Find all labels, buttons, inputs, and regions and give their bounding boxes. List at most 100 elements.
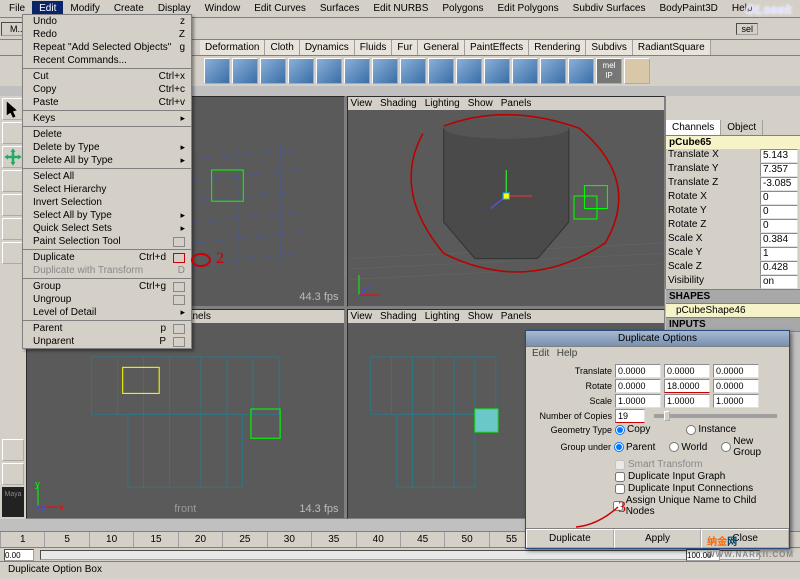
vp-menu-show[interactable]: Show (468, 311, 493, 322)
dlg-menu-edit[interactable]: Edit (532, 348, 549, 359)
channel-attr-row[interactable]: Rotate X0 (666, 191, 800, 205)
menu-item-delete[interactable]: Delete (23, 128, 191, 141)
translate-z-input[interactable] (713, 364, 759, 378)
menu-item-group[interactable]: GroupCtrl+g (23, 280, 191, 293)
menu-item-duplicate[interactable]: DuplicateCtrl+d (23, 251, 191, 264)
menu-item-recent-commands-[interactable]: Recent Commands... (23, 54, 191, 67)
geom-copy-radio[interactable] (615, 425, 625, 435)
translate-y-input[interactable] (664, 364, 710, 378)
object-tab[interactable]: Object (721, 120, 763, 135)
scale-y-input[interactable] (664, 394, 710, 408)
menu-item-duplicate-with-transform[interactable]: Duplicate with TransformD (23, 264, 191, 277)
group-newgroup-radio[interactable] (721, 442, 731, 452)
option-box-icon[interactable] (173, 337, 185, 347)
shelf-primitive-icon[interactable] (540, 58, 566, 84)
channel-attr-row[interactable]: Visibilityon (666, 275, 800, 289)
group-world-radio[interactable] (669, 442, 679, 452)
object-name[interactable]: pCube65 (666, 136, 800, 149)
shelf-tab[interactable]: Dynamics (300, 40, 355, 55)
shelf-tab[interactable]: Fluids (355, 40, 393, 55)
timeline-tick[interactable]: 10 (89, 532, 133, 547)
menu-item-delete-by-type[interactable]: Delete by Type (23, 141, 191, 154)
menu-item-select-all-by-type[interactable]: Select All by Type (23, 209, 191, 222)
channels-toggle-icon[interactable] (712, 98, 732, 118)
vp-menu-lighting[interactable]: Lighting (425, 311, 460, 322)
menu-item-invert-selection[interactable]: Invert Selection (23, 196, 191, 209)
viewport-top-right[interactable]: View Shading Lighting Show Panels (347, 96, 666, 307)
menu-polygons[interactable]: Polygons (435, 1, 490, 16)
attr-value[interactable]: 0 (760, 191, 798, 205)
menu-item-repeat-add-selected-objects-[interactable]: Repeat "Add Selected Objects"g (23, 41, 191, 54)
shelf-primitive-icon[interactable] (400, 58, 426, 84)
shelf-primitive-icon[interactable] (288, 58, 314, 84)
attr-value[interactable]: 0.384 (760, 233, 798, 247)
timeline-tick[interactable]: 5 (44, 532, 88, 547)
translate-x-input[interactable] (615, 364, 661, 378)
channel-attr-row[interactable]: Scale Y1 (666, 247, 800, 261)
menu-edit-polygons[interactable]: Edit Polygons (491, 1, 566, 16)
vp-menu-lighting[interactable]: Lighting (425, 98, 460, 109)
shelf-primitive-icon[interactable] (484, 58, 510, 84)
attr-value[interactable]: 5.143 (760, 149, 798, 163)
menu-item-delete-all-by-type[interactable]: Delete All by Type (23, 154, 191, 167)
menu-item-undo[interactable]: Undoz (23, 15, 191, 28)
timeline-tick[interactable]: 50 (444, 532, 488, 547)
menu-window[interactable]: Window (198, 1, 248, 16)
menu-edit-nurbs[interactable]: Edit NURBS (366, 1, 435, 16)
channel-attr-row[interactable]: Scale Z0.428 (666, 261, 800, 275)
menu-item-paste[interactable]: PasteCtrl+v (23, 96, 191, 109)
shelf-primitive-icon[interactable] (316, 58, 342, 84)
vp-menu-view[interactable]: View (351, 98, 373, 109)
last-tool-icon[interactable] (2, 242, 24, 264)
timeline-tick[interactable]: 25 (222, 532, 266, 547)
option-box-icon[interactable] (173, 324, 185, 334)
menu-item-level-of-detail[interactable]: Level of Detail (23, 306, 191, 319)
group-parent-radio[interactable] (614, 442, 624, 452)
option-box-icon[interactable] (173, 237, 185, 247)
menu-surfaces[interactable]: Surfaces (313, 1, 366, 16)
channel-attr-row[interactable]: Scale X0.384 (666, 233, 800, 247)
scale-x-input[interactable] (615, 394, 661, 408)
layout-four-icon[interactable] (2, 463, 24, 485)
shelf-tab[interactable]: General (418, 40, 465, 55)
vp-menu-panels[interactable]: Panels (501, 98, 532, 109)
menu-bodypaint[interactable]: BodyPaint3D (653, 1, 725, 16)
timeline-tick[interactable]: 35 (311, 532, 355, 547)
menu-item-cut[interactable]: CutCtrl+x (23, 70, 191, 83)
shelf-primitive-icon[interactable] (428, 58, 454, 84)
geom-instance-radio[interactable] (686, 425, 696, 435)
attr-value[interactable]: on (760, 275, 798, 289)
menu-item-copy[interactable]: CopyCtrl+c (23, 83, 191, 96)
assign-unique-check[interactable] (613, 501, 623, 511)
vp-menu-shading[interactable]: Shading (380, 311, 417, 322)
select-tool-icon[interactable] (2, 98, 24, 120)
menu-item-unparent[interactable]: UnparentP (23, 335, 191, 348)
duplicate-button[interactable]: Duplicate (526, 529, 614, 548)
shelf-tab[interactable]: Cloth (265, 40, 299, 55)
shelf-primitive-icon[interactable] (372, 58, 398, 84)
shelf-tab[interactable]: Rendering (529, 40, 586, 55)
vp-menu-show[interactable]: Show (468, 98, 493, 109)
attr-value[interactable]: 0 (760, 205, 798, 219)
vp-menu-shading[interactable]: Shading (380, 98, 417, 109)
channels-toggle-icon[interactable] (668, 98, 688, 118)
channel-attr-row[interactable]: Translate Y7.357 (666, 163, 800, 177)
channel-attr-row[interactable]: Translate Z-3.085 (666, 177, 800, 191)
vp-menu-view[interactable]: View (351, 311, 373, 322)
timeline-tick[interactable]: 1 (0, 532, 44, 547)
shelf-primitive-icon[interactable] (568, 58, 594, 84)
shape-name[interactable]: pCubeShape46 (666, 304, 800, 317)
attr-value[interactable]: 0.428 (760, 261, 798, 275)
lasso-tool-icon[interactable] (2, 122, 24, 144)
shelf-primitive-icon[interactable] (260, 58, 286, 84)
layout-single-icon[interactable] (2, 439, 24, 461)
shelf-tab[interactable]: Fur (392, 40, 418, 55)
option-box-icon[interactable] (173, 282, 185, 292)
selection-mask-label[interactable]: sel (736, 23, 758, 35)
range-slider[interactable] (0, 547, 800, 561)
timeline-tick[interactable]: 15 (133, 532, 177, 547)
dlg-menu-help[interactable]: Help (557, 348, 578, 359)
menu-item-redo[interactable]: RedoZ (23, 28, 191, 41)
move-tool-icon[interactable] (2, 146, 24, 168)
menu-item-paint-selection-tool[interactable]: Paint Selection Tool (23, 235, 191, 248)
